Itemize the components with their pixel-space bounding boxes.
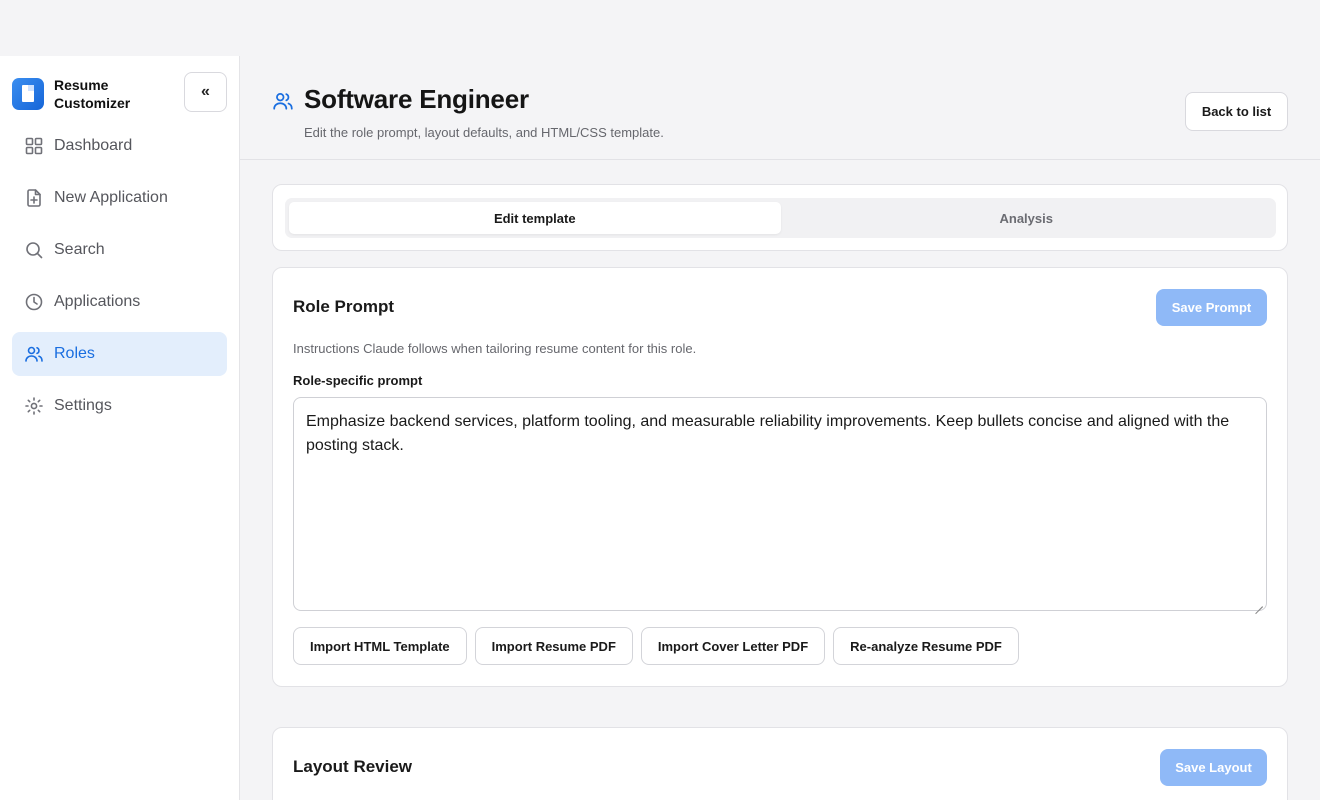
resize-handle-icon[interactable]	[1255, 599, 1263, 607]
layout-review-card: Layout Review Save Layout	[272, 727, 1288, 800]
brand: Resume Customizer	[12, 76, 164, 112]
tabs-card: Edit template Analysis	[272, 184, 1288, 251]
sidebar-item-settings[interactable]: Settings	[12, 384, 227, 428]
clock-icon	[25, 293, 43, 311]
page-title: Software Engineer	[304, 84, 529, 114]
sidebar-item-search[interactable]: Search	[12, 228, 227, 272]
import-actions: Import HTML Template Import Resume PDF I…	[293, 627, 1027, 665]
import-cover-letter-pdf-button[interactable]: Import Cover Letter PDF	[640, 627, 826, 665]
grid-icon	[25, 137, 43, 155]
import-html-template-button[interactable]: Import HTML Template	[293, 627, 467, 665]
tab-analysis[interactable]: Analysis	[781, 202, 1273, 234]
users-icon	[272, 90, 294, 112]
app-name: Resume Customizer	[54, 77, 131, 111]
sidebar-item-label: New Application	[54, 189, 168, 206]
sidebar-item-label: Settings	[54, 397, 112, 414]
file-plus-icon	[27, 189, 41, 207]
search-icon	[26, 242, 43, 259]
save-layout-button[interactable]: Save Layout	[1160, 749, 1267, 786]
import-resume-pdf-button[interactable]: Import Resume PDF	[474, 627, 633, 665]
role-prompt-title: Role Prompt	[293, 297, 395, 316]
page-subtitle: Edit the role prompt, layout defaults, a…	[304, 125, 664, 140]
users-icon	[25, 346, 43, 362]
back-to-list-button[interactable]: Back to list	[1185, 92, 1288, 131]
page-header: Software Engineer Edit the role prompt, …	[240, 56, 1320, 160]
role-prompt-description: Instructions Claude follows when tailori…	[293, 341, 697, 356]
sidebar-item-applications[interactable]: Applications	[12, 280, 227, 324]
sidebar-nav: Dashboard New Application Search Applica…	[12, 124, 227, 436]
sidebar-item-dashboard[interactable]: Dashboard	[12, 124, 227, 168]
tab-list: Edit template Analysis	[285, 198, 1276, 238]
tab-edit-template[interactable]: Edit template	[289, 202, 781, 234]
sidebar-item-new-application[interactable]: New Application	[12, 176, 227, 220]
role-prompt-card: Role Prompt Save Prompt Instructions Cla…	[272, 267, 1288, 687]
role-prompt-field-label: Role-specific prompt	[293, 373, 423, 388]
sidebar-item-label: Roles	[54, 345, 95, 362]
sidebar-item-roles[interactable]: Roles	[12, 332, 227, 376]
gear-icon	[25, 397, 43, 415]
sidebar-item-label: Search	[54, 241, 105, 258]
reanalyze-resume-pdf-button[interactable]: Re-analyze Resume PDF	[833, 627, 1019, 665]
sidebar-item-label: Applications	[54, 293, 141, 310]
app-logo-icon	[12, 78, 44, 110]
sidebar-item-label: Dashboard	[54, 137, 133, 154]
collapse-sidebar-button[interactable]: «	[184, 72, 227, 112]
layout-review-title: Layout Review	[293, 757, 413, 776]
save-prompt-button[interactable]: Save Prompt	[1156, 289, 1267, 326]
role-prompt-text: Emphasize backend services, platform too…	[306, 413, 1230, 454]
sidebar: Resume Customizer « Dashboard New Applic…	[0, 56, 240, 800]
role-prompt-textarea[interactable]: Emphasize backend services, platform too…	[293, 397, 1267, 611]
